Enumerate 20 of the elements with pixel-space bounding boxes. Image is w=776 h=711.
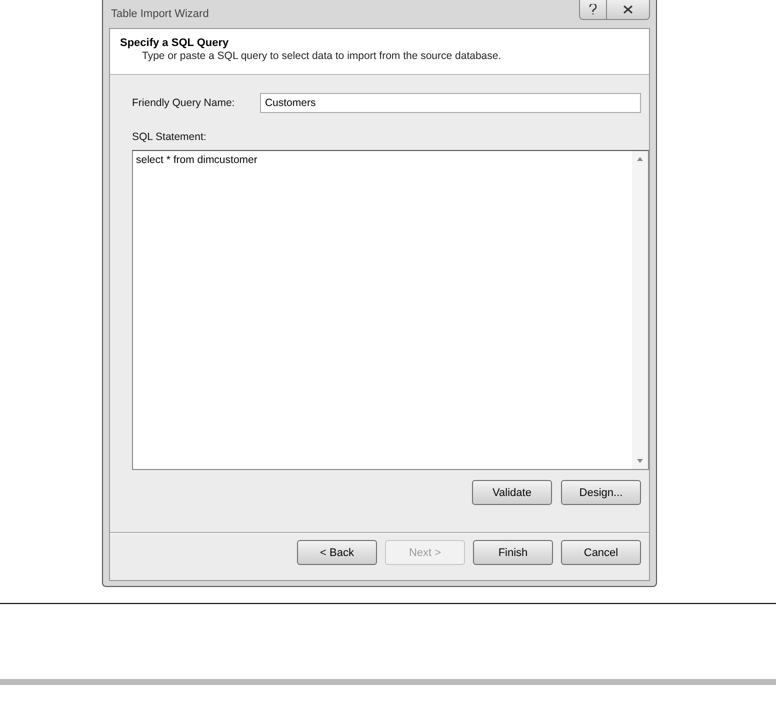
close-icon [623,5,633,14]
dialog-button[interactable]: Cancel [561,540,641,565]
dialog-button[interactable]: Design... [561,480,641,505]
close-button[interactable] [607,0,650,20]
scrollbar[interactable] [632,151,648,469]
scroll-up-icon [637,157,643,161]
field-label: Friendly Query Name: [132,97,236,109]
page-title: Specify a SQL Query [120,37,230,49]
query-name-field[interactable]: Customers [260,93,641,113]
dialog-button[interactable]: Finish [473,540,553,565]
window-title: Table Import Wizard [110,8,209,20]
help-icon [589,4,597,15]
field-label: SQL Statement: [132,131,208,143]
page-description: Type or paste a SQL query to select data to import from the source database. [142,50,502,62]
dialog-button[interactable]: Validate [472,480,552,505]
sql-text-area[interactable]: select * from dimcustomer [132,150,649,470]
scroll-down-icon [637,459,643,463]
sql-query-text: select * from dimcustomer [135,153,258,168]
help-button[interactable] [579,0,607,20]
dialog-button[interactable]: < Back [297,540,377,565]
